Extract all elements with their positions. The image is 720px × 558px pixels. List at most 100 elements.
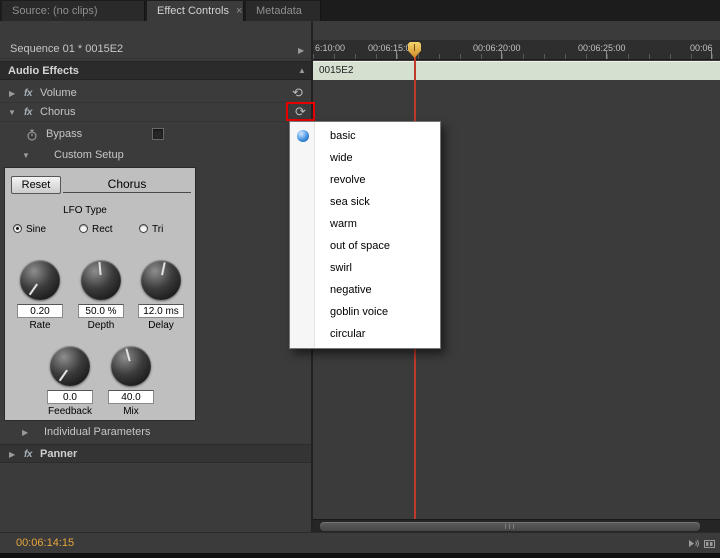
knob-pointer xyxy=(161,262,166,276)
effect-row-chorus: ▼ fx Chorus xyxy=(0,103,311,122)
panner-label: Panner xyxy=(40,448,78,460)
feedback-knob[interactable] xyxy=(50,346,90,386)
chorus-label: Chorus xyxy=(40,106,76,118)
custom-setup-row: ▼ Custom Setup xyxy=(0,146,311,165)
depth-value[interactable]: 50.0 % xyxy=(78,304,124,318)
preset-item-swirl[interactable]: swirl xyxy=(290,257,440,279)
fx-badge: fx xyxy=(24,107,32,118)
chorus-plugin-panel: Reset Chorus LFO Type Sine Rect Tri 0.20… xyxy=(5,168,195,420)
ruler-major-tick xyxy=(606,50,607,59)
panel-collapse-icon[interactable]: ▲ xyxy=(298,62,306,80)
scrollbar-thumb[interactable] xyxy=(320,522,700,531)
preset-item-label: goblin voice xyxy=(330,306,389,318)
collapse-custom-setup-icon[interactable]: ▼ xyxy=(22,146,30,165)
status-bar: 00:06:14:15 xyxy=(0,532,720,553)
rate-value[interactable]: 0.20 xyxy=(17,304,63,318)
stopwatch-icon[interactable] xyxy=(26,128,38,148)
depth-knob[interactable] xyxy=(81,260,121,300)
individual-parameters-label: Individual Parameters xyxy=(44,426,151,438)
expand-panner-icon[interactable]: ▶ xyxy=(9,445,15,464)
close-icon[interactable]: × xyxy=(236,5,242,17)
preset-item-label: swirl xyxy=(330,262,352,274)
collapse-chorus-icon[interactable]: ▼ xyxy=(8,103,16,122)
rate-knob[interactable] xyxy=(20,260,60,300)
lfo-option-tri[interactable]: Tri xyxy=(139,224,163,235)
radio-icon xyxy=(79,224,88,233)
preset-item-sea-sick[interactable]: sea sick xyxy=(290,191,440,213)
knob-pointer xyxy=(125,348,131,362)
plugin-title: Chorus xyxy=(63,175,191,193)
preset-item-label: sea sick xyxy=(330,196,370,208)
delay-knob[interactable] xyxy=(141,260,181,300)
knob-pointer xyxy=(28,283,38,296)
knob-pointer xyxy=(98,261,102,276)
ruler-major-tick xyxy=(501,50,502,59)
reset-button[interactable]: Reset xyxy=(11,176,61,194)
lfo-option-rect-label: Rect xyxy=(92,224,113,235)
preset-item-label: revolve xyxy=(330,174,366,186)
effect-row-panner: ▶ fx Panner xyxy=(0,444,311,463)
audio-effects-label: Audio Effects xyxy=(8,65,79,77)
preset-highlight-box: ⟳ xyxy=(286,102,315,121)
panel-tab-bar: Source: (no clips) Effect Controls × Meta… xyxy=(0,0,720,21)
lfo-option-rect[interactable]: Rect xyxy=(79,224,113,235)
preset-item-label: circular xyxy=(330,328,366,340)
fx-badge: fx xyxy=(24,88,32,99)
lfo-option-sine-label: Sine xyxy=(26,224,47,235)
depth-label: Depth xyxy=(87,320,115,331)
preset-item-goblin-voice[interactable]: goblin voice xyxy=(290,301,440,323)
preset-item-label: out of space xyxy=(330,240,390,252)
bypass-row: Bypass xyxy=(0,124,311,144)
ruler-label: 00:06:20:00 xyxy=(473,43,521,53)
chorus-preset-icon[interactable]: ⟳ xyxy=(295,105,306,118)
tab-source-label: Source: (no clips) xyxy=(12,5,98,17)
scrollbar-grip xyxy=(505,524,515,529)
selected-preset-icon xyxy=(297,130,309,142)
ruler-label: 00:06 xyxy=(690,43,713,53)
preset-item-wide[interactable]: wide xyxy=(290,147,440,169)
timeline-ruler[interactable]: 6:10:00 00:06:15:00 00:06:20:00 00:06:25… xyxy=(313,40,720,60)
effect-row-volume: ▶ fx Volume ⟲ xyxy=(0,84,311,103)
preset-item-revolve[interactable]: revolve xyxy=(290,169,440,191)
bypass-label: Bypass xyxy=(46,128,83,140)
lfo-option-tri-label: Tri xyxy=(152,224,164,235)
bypass-checkbox[interactable] xyxy=(152,128,164,140)
clip-label: 0015E2 xyxy=(319,65,354,76)
preset-item-negative[interactable]: negative xyxy=(290,279,440,301)
app-window: Source: (no clips) Effect Controls × Meta… xyxy=(0,0,720,558)
rate-label: Rate xyxy=(29,320,51,331)
audio-effects-header[interactable]: Audio Effects ▲ xyxy=(0,61,311,80)
preset-item-label: wide xyxy=(330,152,353,164)
ruler-major-tick xyxy=(711,50,712,59)
tab-metadata-label: Metadata xyxy=(256,5,302,17)
sequence-header: Sequence 01 * 0015E2 ▶ xyxy=(0,40,311,59)
tab-effect-controls-label: Effect Controls xyxy=(157,5,229,17)
tab-metadata[interactable]: Metadata xyxy=(246,1,321,21)
play-audio-icon[interactable] xyxy=(687,537,700,550)
tab-source[interactable]: Source: (no clips) xyxy=(2,1,145,21)
preset-item-circular[interactable]: circular xyxy=(290,323,440,345)
preset-item-out-of-space[interactable]: out of space xyxy=(290,235,440,257)
mix-knob[interactable] xyxy=(111,346,151,386)
preset-item-warm[interactable]: warm xyxy=(290,213,440,235)
preset-item-label: basic xyxy=(330,130,356,142)
knob-pointer xyxy=(58,369,68,382)
feedback-value[interactable]: 0.0 xyxy=(47,390,93,404)
ruler-label: 6:10:00 xyxy=(315,43,346,53)
preset-item-basic[interactable]: basic xyxy=(290,125,440,147)
show-timeline-icon[interactable]: ▶ xyxy=(298,41,304,60)
timeline-scrollbar[interactable] xyxy=(313,519,720,532)
tab-effect-controls[interactable]: Effect Controls × xyxy=(147,1,244,21)
volume-label: Volume xyxy=(40,87,77,99)
reset-volume-icon[interactable]: ⟲ xyxy=(292,86,303,99)
radio-icon xyxy=(139,224,148,233)
sequence-title: Sequence 01 * 0015E2 xyxy=(10,43,124,55)
expand-volume-icon[interactable]: ▶ xyxy=(9,84,15,103)
delay-value[interactable]: 12.0 ms xyxy=(138,304,184,318)
lfo-option-sine[interactable]: Sine xyxy=(13,224,46,235)
ruler-label: 00:06:25:00 xyxy=(578,43,626,53)
mix-value[interactable]: 40.0 xyxy=(108,390,154,404)
export-frame-icon[interactable] xyxy=(703,537,716,550)
expand-individual-parameters-icon[interactable]: ▶ xyxy=(22,423,28,442)
current-timecode[interactable]: 00:06:14:15 xyxy=(16,533,74,554)
